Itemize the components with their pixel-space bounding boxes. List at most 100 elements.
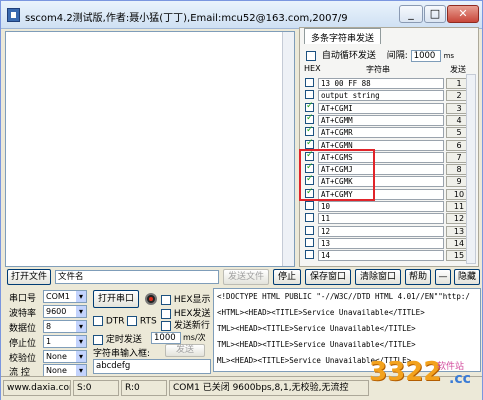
interval-unit: ms (443, 52, 455, 60)
status-received: R:0 (121, 380, 167, 396)
string-input[interactable]: AT+CGMI (318, 102, 444, 114)
file-toolbar: 打开文件 文件名 发送文件 停止 保存窗口 清除窗口 帮助 — 隐藏 (5, 269, 481, 286)
timed-send-label: 定时发送 (105, 335, 142, 345)
hex-display-label: HEX显示 (173, 295, 211, 305)
hex-checkbox[interactable] (305, 101, 314, 112)
file-name-input[interactable]: 文件名 (55, 270, 219, 284)
string-input[interactable]: AT+CGMR (318, 127, 444, 139)
string-row: AT+CGMI3 (302, 101, 476, 114)
timed-send-row: 定时发送 (93, 332, 142, 345)
hex-checkbox[interactable] (305, 113, 314, 124)
interval-input[interactable]: 1000 (410, 49, 441, 62)
hex-checkbox[interactable] (305, 78, 314, 87)
send-newline-row: 发送新行 (161, 318, 210, 331)
open-file-button[interactable]: 打开文件 (7, 269, 51, 285)
app-window: sscom4.2测试版,作者:聂小猛(丁丁),Email:mcu52@163.c… (0, 0, 483, 400)
hex-checkbox[interactable] (305, 125, 314, 137)
status-site[interactable]: www.daxia.cor (3, 380, 71, 396)
title-bar: sscom4.2测试版,作者:聂小猛(丁丁),Email:mcu52@163.c… (1, 1, 482, 29)
receive-area[interactable] (5, 31, 295, 267)
string-input[interactable]: output string (318, 90, 444, 102)
auto-loop-checkbox[interactable] (306, 50, 316, 61)
rts-row: RTS (127, 316, 157, 327)
string-input[interactable]: 13 (318, 237, 444, 249)
string-input[interactable]: AT+CGMM (318, 114, 444, 126)
logo-number: 3322 (369, 357, 442, 387)
interval-label: 间隔: (386, 51, 408, 61)
col-string: 字符串 (366, 65, 390, 74)
auto-loop-row: 自动循环发送 间隔: 1000 ms (306, 48, 474, 62)
output-line: TML><HEAD><TITLE>Service Unavailable</TI… (217, 324, 416, 333)
timed-send-checkbox[interactable] (93, 334, 103, 345)
hex-send-checkbox[interactable] (161, 308, 171, 319)
parity-select[interactable]: None (43, 350, 87, 363)
close-button[interactable]: ✕ (447, 5, 479, 23)
col-hex: HEX (304, 64, 321, 73)
receive-scrollbar[interactable] (282, 32, 294, 266)
output-line: <HTML><HEAD><TITLE>Service Unavailable</… (217, 308, 425, 317)
hex-checkbox[interactable] (305, 90, 314, 100)
auto-loop-label: 自动循环发送 (321, 51, 376, 61)
string-row: AT+CGMR5 (302, 125, 476, 139)
string-input[interactable]: 12 (318, 225, 444, 237)
watermark-logo: 3322 软件站 .cc (369, 357, 471, 387)
string-row: 10 11 (302, 201, 476, 212)
timed-interval-input[interactable]: 1000 (151, 332, 181, 344)
send-newline-checkbox[interactable] (161, 320, 171, 331)
maximize-button[interactable]: □ (424, 5, 446, 23)
hide-button[interactable]: 隐藏 (454, 269, 480, 285)
databits-select[interactable]: 8 (43, 320, 87, 333)
status-port: COM1 已关闭 9600bps,8,1,无校验,无流控 (169, 380, 369, 396)
dtr-row: DTR (93, 316, 125, 327)
hex-display-checkbox[interactable] (161, 294, 171, 305)
clear-window-button[interactable]: 清除窗口 (355, 269, 401, 285)
collapse-button[interactable]: — (435, 269, 451, 285)
string-row: 13 00 FF 88 1 (302, 78, 476, 89)
port-status-indicator (145, 293, 157, 305)
baud-select[interactable]: 9600 (43, 305, 87, 318)
multi-string-panel: 多条字符串发送 自动循环发送 间隔: 1000 ms HEX 字符串 发送 13… (299, 27, 479, 267)
save-window-button[interactable]: 保存窗口 (305, 269, 351, 285)
open-port-button[interactable]: 打开串口 (93, 290, 139, 308)
app-icon (7, 8, 20, 22)
hex-checkbox[interactable] (305, 138, 314, 149)
string-input[interactable]: abcdefg (93, 359, 211, 374)
string-row: AT+CGMM4 (302, 113, 476, 126)
string-input[interactable]: 13 00 FF 88 (318, 78, 444, 89)
output-line: TML><HEAD><TITLE>Service Unavailable</TI… (217, 340, 416, 349)
logo-cc: .cc (449, 371, 471, 387)
help-button[interactable]: 帮助 (405, 269, 431, 285)
dtr-label: DTR (105, 316, 125, 327)
hex-checkbox[interactable] (305, 250, 314, 260)
string-row: 14 15 (302, 250, 476, 262)
baud-label: 波特率 (9, 309, 37, 319)
port-label: 串口号 (9, 294, 37, 304)
hex-display-row: HEX显示 (161, 292, 211, 305)
send-file-button[interactable]: 发送文件 (223, 269, 269, 285)
string-input-label: 字符串输入框: (93, 349, 151, 359)
send-button[interactable]: 发送 (165, 344, 205, 357)
port-select[interactable]: COM1 (43, 290, 87, 303)
hex-checkbox[interactable] (305, 237, 314, 247)
hex-checkbox[interactable] (305, 201, 314, 210)
highlight-box (299, 149, 375, 201)
rts-checkbox[interactable] (127, 316, 137, 326)
stop-button[interactable]: 停止 (273, 269, 301, 285)
send-newline-label: 发送新行 (173, 321, 210, 331)
string-row: 13 14 (302, 237, 476, 249)
hex-checkbox[interactable] (305, 213, 314, 223)
stopbits-select[interactable]: 1 (43, 335, 87, 348)
string-row: 12 13 (302, 225, 476, 237)
string-row: output string 2 (302, 90, 476, 102)
minimize-button[interactable]: _ (399, 5, 423, 23)
dtr-checkbox[interactable] (93, 316, 103, 326)
rts-label: RTS (139, 316, 157, 327)
string-input[interactable]: 11 (318, 213, 444, 225)
timed-unit: ms/次 (183, 333, 206, 342)
string-input[interactable]: 14 (318, 250, 444, 262)
tab-multi-string[interactable]: 多条字符串发送 (304, 28, 382, 44)
hex-checkbox[interactable] (305, 225, 314, 235)
panel-scrollbar[interactable] (466, 74, 476, 264)
string-input[interactable]: 10 (318, 201, 444, 212)
parity-label: 校验位 (9, 354, 37, 364)
